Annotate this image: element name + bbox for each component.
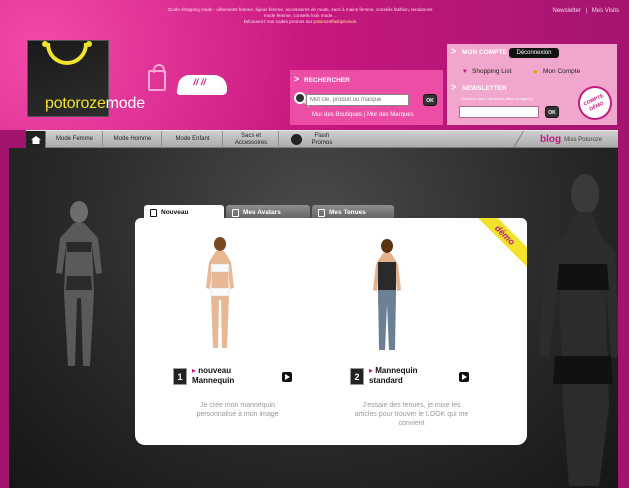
step-1-title-text: nouveau Mannequin <box>192 366 235 385</box>
mes-visits-link[interactable]: Mes Visits <box>592 8 619 14</box>
step-2-title[interactable]: ▸ Mannequin standard <box>369 366 433 386</box>
logout-button[interactable]: Déconnexion <box>509 48 559 58</box>
avatar-card: démo 1 ▸ nouveau Mannequin Je crée mon m… <box>135 218 527 445</box>
step-2-desc: J'essaie des tenues, je mixe les article… <box>354 402 469 427</box>
blog-logo: blog <box>540 134 562 145</box>
model-standard-image[interactable] <box>367 238 407 353</box>
home-icon[interactable] <box>26 131 46 148</box>
demo-ribbon: démo <box>471 218 527 269</box>
newsletter-text: Recevez tous mes bons plans shopping ! <box>461 96 534 101</box>
demo-badge: COMPTE DÉMO <box>572 80 618 126</box>
avatar-stage: Nouveau Mes Avatars Mes Tenues démo 1 ▸ <box>9 148 618 488</box>
tab-mes-tenues-label: Mes Tenues <box>329 209 366 216</box>
top-strip-prefix: Découvrez nos codes promos sur <box>243 19 314 24</box>
tenues-icon <box>318 208 325 217</box>
avatars-icon <box>232 208 239 217</box>
user-icon: ● <box>533 67 538 76</box>
search-ok-button[interactable]: OK <box>423 94 437 106</box>
newsletter-title: NEWSLETTER <box>462 85 507 92</box>
shoe-icon <box>176 75 230 95</box>
top-links: Newsletter | Mes Visits <box>550 8 619 14</box>
page-icon <box>150 208 157 217</box>
mannequin-left-image <box>56 201 102 366</box>
site-header: Guide shopping mode : vêtements femme, b… <box>0 0 629 130</box>
top-link-separator: | <box>585 8 588 14</box>
newsletter-email-field[interactable] <box>459 106 539 118</box>
step-1-play-button[interactable] <box>282 372 292 382</box>
account-title: MON COMPTE <box>462 49 507 56</box>
top-strip-line-3: Découvrez nos codes promos sur potorozef… <box>130 19 470 25</box>
smile-logo-icon <box>46 43 88 65</box>
heart-icon: ♥ <box>463 68 467 75</box>
step-2-play-button[interactable] <box>459 372 469 382</box>
nav-blog[interactable]: blog Miss Potoroze <box>513 131 618 148</box>
shopping-list-link[interactable]: Shopping List <box>472 68 511 75</box>
chevron-right-icon: > <box>294 74 300 84</box>
newsletter-link[interactable]: Newsletter <box>553 8 581 14</box>
tab-nouveau-label: Nouveau <box>161 209 189 216</box>
my-account-link[interactable]: Mon Compte <box>543 68 580 75</box>
model-lingerie-image[interactable] <box>200 236 240 351</box>
search-panel: > RECHERCHER OK Mur des Boutiques | Mur … <box>290 70 443 125</box>
search-icon <box>294 92 306 104</box>
nav-mode-homme[interactable]: Mode Homme <box>104 131 162 148</box>
newsletter-ok-button[interactable]: OK <box>545 106 559 118</box>
step-2-title-text: Mannequin standard <box>369 366 418 385</box>
nav-mode-femme[interactable]: Mode Femme <box>47 131 103 148</box>
mannequin-right-image <box>539 174 618 486</box>
search-title: RECHERCHER <box>304 77 350 84</box>
account-panel: > MON COMPTE Déconnexion ♥ Shopping List… <box>447 44 618 126</box>
step-1-title[interactable]: ▸ nouveau Mannequin <box>192 366 256 386</box>
step-2-number: 2 <box>350 368 364 385</box>
search-link-separator: | <box>363 112 366 118</box>
search-links: Mur des Boutiques | Mur des Marques <box>312 112 414 118</box>
mur-marques-link[interactable]: Mur des Marques <box>367 112 414 118</box>
step-1-desc: Je crée mon mannequin personnalisé à mon… <box>196 402 279 418</box>
step-1-number: 1 <box>173 368 187 385</box>
flash-promos-icon <box>291 134 302 145</box>
nav-sacs-accessoires[interactable]: Sacs et Accessoires <box>224 131 279 148</box>
blog-user: Miss Potoroze <box>564 136 603 143</box>
flashpromos-link[interactable]: potorozeflashpromos <box>313 19 356 24</box>
chevron-right-icon: > <box>451 46 457 56</box>
newsletter-icon: > <box>451 82 457 92</box>
nav-mode-enfant[interactable]: Mode Enfant <box>163 131 223 148</box>
bag-icon <box>148 64 166 91</box>
tab-mes-avatars-label: Mes Avatars <box>243 209 281 216</box>
mur-boutiques-link[interactable]: Mur des Boutiques <box>312 112 362 118</box>
logo-text[interactable]: potorozemode <box>45 95 145 113</box>
search-input[interactable] <box>306 94 409 106</box>
arrow-right-icon: ▸ <box>369 366 374 375</box>
top-strip: Guide shopping mode : vêtements femme, b… <box>130 7 470 25</box>
nav-flash-promos[interactable]: Flash Promos <box>305 131 339 148</box>
arrow-right-icon: ▸ <box>192 366 197 375</box>
main-nav: Mode Femme Mode Homme Mode Enfant Sacs e… <box>26 130 618 148</box>
